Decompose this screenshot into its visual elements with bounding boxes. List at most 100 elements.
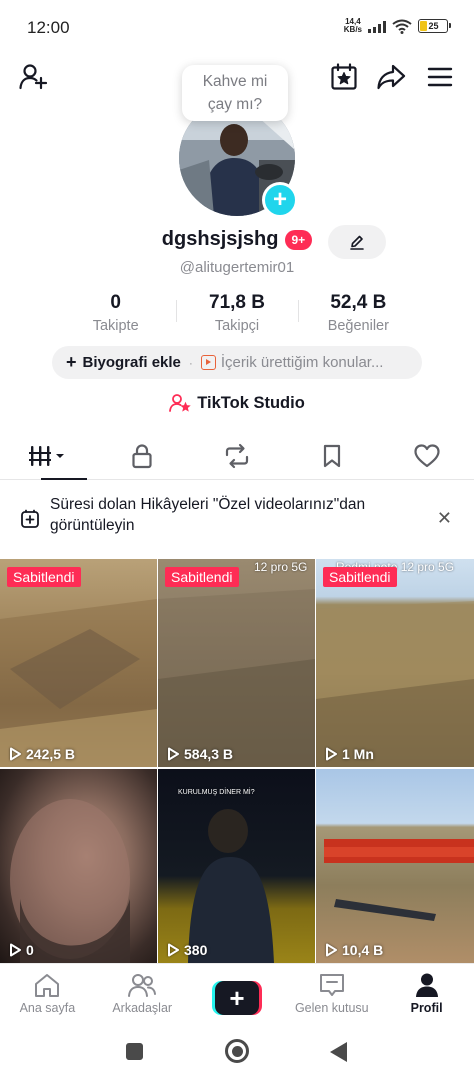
story-add-icon bbox=[21, 509, 39, 528]
note-text-line1: Kahve mi bbox=[202, 73, 268, 90]
system-nav-bar bbox=[0, 1029, 474, 1080]
signal-icon bbox=[368, 20, 386, 33]
studio-label: TikTok Studio bbox=[197, 393, 305, 412]
calendar-star-icon[interactable] bbox=[327, 60, 361, 94]
video-overlay-text: 12 pro 5G bbox=[254, 560, 308, 574]
view-count: 242,5 B bbox=[8, 746, 75, 762]
view-count: 380 bbox=[166, 942, 207, 958]
plus-icon: + bbox=[214, 981, 259, 1015]
wifi-icon bbox=[392, 19, 412, 34]
view-count-value: 242,5 B bbox=[26, 746, 76, 762]
nav-profile-label: Profil bbox=[410, 1001, 443, 1015]
view-count: 10,4 B bbox=[324, 942, 383, 958]
plus-icon: + bbox=[66, 352, 77, 372]
note-bubble[interactable]: Kahve mi çay mı? bbox=[182, 65, 288, 121]
friends-icon bbox=[128, 974, 157, 997]
bottom-nav: Ana sayfa Arkadaşlar + Gelen kutusu Prof… bbox=[0, 963, 474, 1029]
story-banner[interactable]: Süresi dolan Hikâyeleri "Özel videoların… bbox=[0, 494, 474, 546]
username: dgshsjsjshg bbox=[161, 228, 279, 250]
username-row: dgshsjsjshg 9+ bbox=[0, 228, 474, 251]
close-icon[interactable]: ✕ bbox=[437, 508, 452, 529]
video-thumbnail[interactable]: 12 pro 5G Sabitlendi 584,3 B bbox=[158, 559, 315, 767]
play-icon bbox=[168, 747, 179, 761]
video-thumbnail[interactable]: 10,4 B bbox=[316, 769, 474, 963]
profile-stats: 0 Takipte 71,8 B Takipçi 52,4 B Beğenile… bbox=[55, 292, 419, 336]
add-friend-icon[interactable] bbox=[16, 60, 50, 94]
note-text-line2: çay mı? bbox=[207, 96, 263, 113]
inbox-icon bbox=[319, 974, 344, 996]
nav-home[interactable]: Ana sayfa bbox=[0, 964, 95, 1029]
nav-profile[interactable]: Profil bbox=[379, 964, 474, 1029]
edit-profile-button[interactable] bbox=[328, 225, 386, 259]
pinned-badge: Sabitlendi bbox=[7, 567, 81, 587]
tab-private[interactable] bbox=[95, 432, 190, 479]
repost-icon bbox=[225, 443, 249, 468]
thumbnail-image bbox=[0, 599, 157, 767]
view-count: 0 bbox=[8, 942, 34, 958]
nav-inbox[interactable]: Gelen kutusu bbox=[284, 964, 379, 1029]
tab-videos[interactable] bbox=[0, 432, 95, 480]
stat-followers[interactable]: 71,8 B Takipçi bbox=[176, 292, 297, 336]
pinned-badge: Sabitlendi bbox=[165, 567, 239, 587]
tab-liked[interactable] bbox=[379, 432, 474, 479]
video-thumbnail[interactable]: Sabitlendi 242,5 B bbox=[0, 559, 157, 767]
notification-badge[interactable]: 9+ bbox=[284, 229, 313, 250]
thumbnail-image bbox=[316, 601, 474, 767]
thumbnail-image bbox=[324, 839, 474, 921]
content-topics-button[interactable]: İçerik ürettiğim konular... bbox=[221, 354, 384, 371]
profile-icon bbox=[415, 973, 438, 997]
stat-following[interactable]: 0 Takipte bbox=[55, 292, 176, 336]
stat-likes[interactable]: 52,4 B Beğeniler bbox=[297, 292, 419, 336]
video-thumbnail[interactable]: KURULMUŞ DİNER Mİ? 380 bbox=[158, 769, 315, 963]
lock-icon bbox=[132, 443, 152, 468]
add-avatar-button[interactable]: + bbox=[262, 182, 298, 218]
tab-saved[interactable] bbox=[284, 432, 379, 479]
status-bar: 12:00 14,4 KB/s 25 bbox=[0, 0, 474, 56]
nav-friends[interactable]: Arkadaşlar bbox=[95, 964, 190, 1029]
video-thumbnail[interactable]: 0 bbox=[0, 769, 157, 963]
nav-home-label: Ana sayfa bbox=[19, 1001, 76, 1015]
play-icon bbox=[10, 747, 21, 761]
tab-reposts[interactable] bbox=[190, 432, 285, 479]
create-button[interactable]: + bbox=[211, 981, 262, 1015]
menu-icon[interactable] bbox=[423, 60, 457, 94]
profile-tabs bbox=[0, 432, 474, 480]
video-grid: Sabitlendi 242,5 B 12 pro 5G Sabitlendi … bbox=[0, 559, 474, 963]
stat-value: 0 bbox=[110, 292, 121, 313]
status-time: 12:00 bbox=[27, 18, 70, 37]
add-bio-button[interactable]: Biyografi ekle bbox=[83, 354, 181, 371]
view-count-value: 380 bbox=[184, 942, 208, 958]
network-speed-unit: KB/s bbox=[343, 25, 362, 34]
thumbnail-image bbox=[188, 809, 274, 963]
play-icon bbox=[10, 943, 21, 957]
view-count-value: 0 bbox=[26, 942, 34, 958]
heart-icon bbox=[413, 443, 440, 467]
video-topic-icon bbox=[200, 355, 216, 370]
battery-icon: 25 bbox=[418, 19, 451, 33]
view-count-value: 1 Mn bbox=[342, 746, 374, 762]
separator-dot: · bbox=[188, 355, 193, 370]
nav-friends-label: Arkadaşlar bbox=[112, 1001, 173, 1015]
stat-value: 71,8 B bbox=[209, 292, 265, 313]
share-icon[interactable] bbox=[374, 60, 408, 94]
status-indicators: 14,4 KB/s 25 bbox=[344, 18, 451, 34]
stat-label: Beğeniler bbox=[327, 318, 389, 334]
view-count-value: 584,3 B bbox=[184, 746, 234, 762]
back-button[interactable] bbox=[330, 1042, 347, 1062]
video-thumbnail[interactable]: Redmi note 12 pro 5G Sabitlendi 1 Mn bbox=[316, 559, 474, 767]
play-icon bbox=[326, 943, 337, 957]
view-count-value: 10,4 B bbox=[342, 942, 384, 958]
view-count: 584,3 B bbox=[166, 746, 233, 762]
network-speed: 14,4 KB/s bbox=[344, 18, 362, 34]
view-count: 1 Mn bbox=[324, 746, 374, 762]
recents-button[interactable] bbox=[126, 1043, 143, 1060]
stat-label: Takipçi bbox=[214, 318, 260, 334]
videos-grid-icon bbox=[29, 445, 65, 466]
bookmark-icon bbox=[323, 444, 340, 467]
tiktok-studio-link[interactable]: TikTok Studio bbox=[0, 393, 474, 413]
home-button[interactable] bbox=[225, 1039, 249, 1063]
thumbnail-image bbox=[158, 589, 315, 767]
thumbnail-image bbox=[10, 799, 130, 963]
battery-level: 25 bbox=[428, 21, 439, 31]
nav-create[interactable]: + bbox=[190, 964, 285, 1029]
